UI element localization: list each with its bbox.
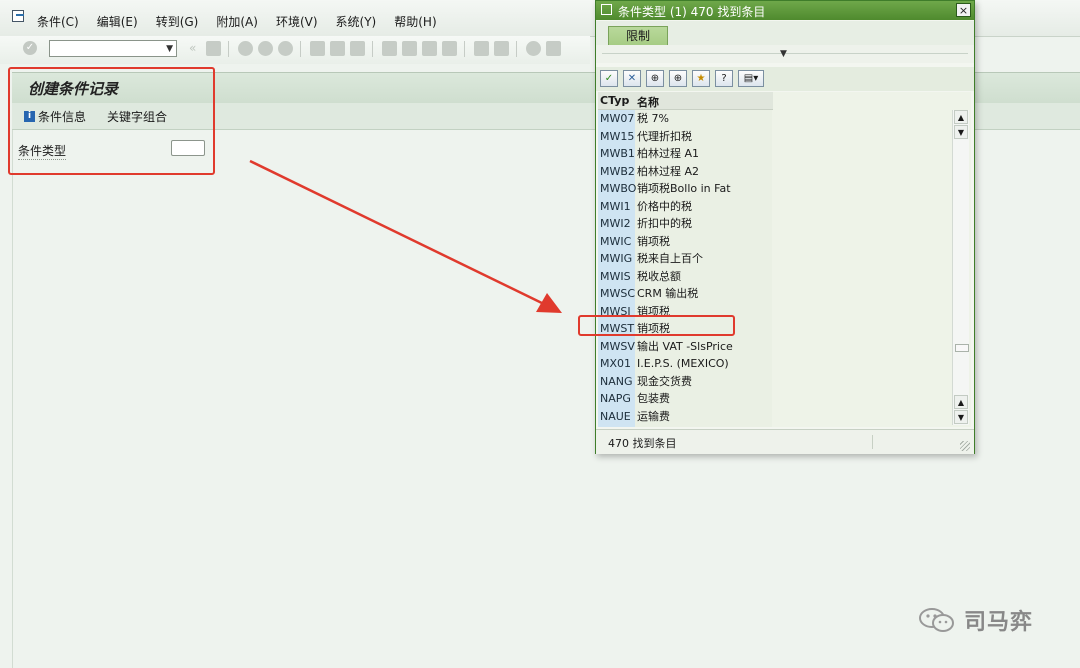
column-header-name[interactable]: 名称 [637,94,659,110]
triangle-down-icon[interactable]: ▼ [780,49,787,59]
list-item[interactable]: MWSV 输出 VAT -SlsPrice [598,338,773,356]
row-code: MWSV [600,339,635,353]
row-code: MWBO [600,182,637,195]
window-icon [601,4,612,15]
dialog-titlebar: 条件类型 (1) 470 找到条目 × [596,1,974,20]
row-name: 税来自上百个 [637,252,703,265]
row-name: 柏林过程 A2 [637,164,700,178]
row-code: MW15 [600,129,635,143]
watermark-text: 司马弈 [964,610,1034,635]
add-favorite-icon[interactable]: ★ [692,70,710,87]
list-item[interactable]: MWSC CRM 输出税 [598,285,773,303]
highlight-box-mwst [578,315,735,336]
row-code: MWSC [600,287,636,300]
find-binoculars-icon[interactable]: ⊕ [646,70,664,87]
row-name: 柏林过程 A1 [637,147,700,160]
list-item[interactable]: MW15 代理折扣税 [598,128,773,146]
cancel-x-icon[interactable]: ✕ [623,70,641,87]
row-name: 包装费 [637,392,670,405]
row-name: I.E.P.S. (MEXICO) [637,357,729,370]
row-name: 折扣中的税 [637,217,692,230]
dialog-toolbar: ✓ ✕ ⊕ ⊕ ★ ? ▤▾ [596,67,974,91]
scroll-up-icon[interactable]: ▲ [954,110,968,124]
list-item[interactable]: MX01 I.E.P.S. (MEXICO) [598,355,773,373]
wechat-icon [919,608,954,632]
row-name: 现金交货费 [637,374,692,388]
list-item[interactable]: MWIG 税来自上百个 [598,250,773,268]
row-name: 销项税 [637,234,670,248]
row-code: NAPG [600,392,631,405]
row-name: 运输费 [637,409,670,423]
row-code: MWIS [600,269,631,283]
status-text: 470 找到条目 [608,437,677,450]
row-name: 税收总额 [637,269,681,283]
list-item[interactable]: NANG 现金交货费 [598,373,773,391]
results-grid: CTyp 名称 MW07 税 7% MW15 代理折扣税 MWB1 柏林过程 A1 M… [598,92,971,427]
watermark: 司马弈 [918,604,1033,636]
list-item[interactable]: MWB1 柏林过程 A1 [598,145,773,163]
row-code: MWB1 [600,147,635,160]
list-item[interactable]: MWI2 折扣中的税 [598,215,773,233]
row-code: MWI2 [600,217,631,230]
close-button[interactable]: × [956,3,971,17]
grid-header: CTyp 名称 [598,92,773,110]
row-name: 输出 VAT -SlsPrice [637,339,733,353]
print-menu-icon[interactable]: ▤▾ [738,70,764,87]
dialog-tabs: 限制 [596,21,974,45]
row-code: MX01 [600,357,632,370]
row-name: 代理折扣税 [637,129,692,143]
hit-list-icon[interactable]: ? [715,70,733,87]
row-name: 价格中的税 [637,199,692,213]
row-code: MWB2 [600,164,635,178]
scroll-down-small-icon[interactable]: ▼ [954,125,968,139]
scroll-page-down-icon[interactable]: ▼ [954,410,968,424]
row-name: CRM 输出税 [637,287,699,300]
row-code: MWIC [600,234,632,248]
row-name: 税 7% [637,112,669,125]
status-separator [872,435,873,449]
list-item[interactable]: MWIC 销项税 [598,233,773,251]
resize-grip-icon[interactable] [960,441,970,451]
row-code: MWI1 [600,199,631,213]
results-rows: MW07 税 7% MW15 代理折扣税 MWB1 柏林过程 A1 MWB2 柏林过程 … [598,110,773,425]
confirm-check-icon[interactable]: ✓ [600,70,618,87]
list-item[interactable]: MWB2 柏林过程 A2 [598,163,773,181]
row-code: NAUE [600,409,631,423]
dialog-status-bar: 470 找到条目 [596,429,974,454]
row-code: MW07 [600,112,635,125]
list-item[interactable]: MWIS 税收总额 [598,268,773,286]
dialog-title: 条件类型 (1) 470 找到条目 [618,5,766,19]
list-item[interactable]: NAPG 包装费 [598,390,773,408]
condition-type-dialog: 条件类型 (1) 470 找到条目 × 限制 ▼ ✓ ✕ ⊕ ⊕ ★ ? ▤▾ … [595,0,975,454]
find-next-binoculars-icon[interactable]: ⊕ [669,70,687,87]
list-item[interactable]: MWI1 价格中的税 [598,198,773,216]
list-item[interactable]: MW07 税 7% [598,110,773,128]
list-item[interactable]: MWBO 销项税Bollo in Fat [598,180,773,198]
scroll-page-up-icon[interactable]: ▲ [954,395,968,409]
column-header-ctyp[interactable]: CTyp [600,94,629,107]
row-code: NANG [600,374,633,388]
row-code: MWIG [600,252,633,265]
list-item[interactable]: NAUE 运输费 [598,408,773,426]
tab-restrictions[interactable]: 限制 [608,26,668,45]
scroll-thumb[interactable] [955,344,969,352]
row-name: 销项税Bollo in Fat [637,182,731,195]
restrictions-collapse-bar[interactable]: ▼ [596,45,974,63]
vertical-scrollbar[interactable]: ▲ ▼ ▲ ▼ [952,110,969,425]
